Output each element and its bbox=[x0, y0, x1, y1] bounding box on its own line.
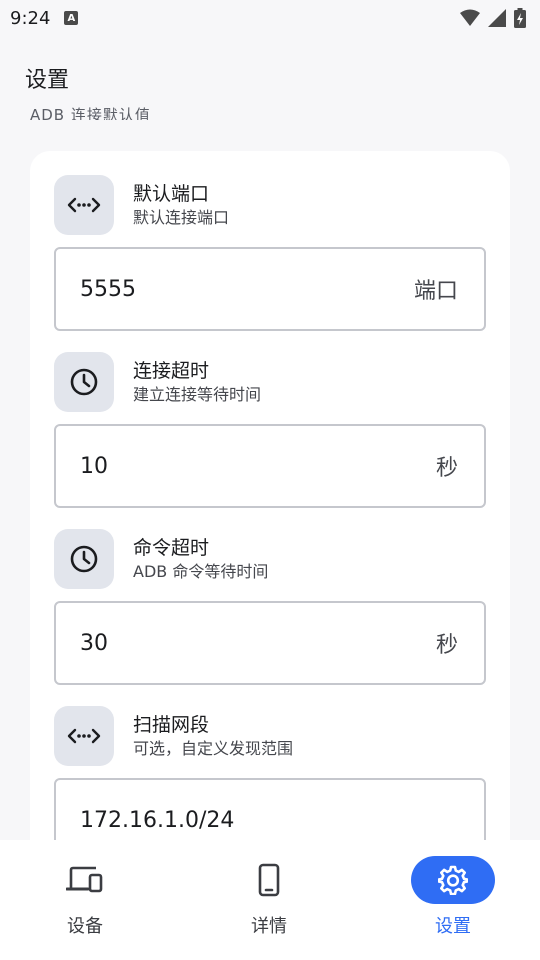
setting-title: 命令超时 bbox=[133, 537, 210, 559]
status-bar: 9:24 A bbox=[0, 0, 540, 36]
setting-connect-timeout: 连接超时 建立连接等待时间 bbox=[54, 352, 486, 412]
input-value[interactable]: 30 bbox=[80, 631, 108, 656]
bottom-nav: 设备 详情 设置 bbox=[0, 840, 540, 960]
setting-command-timeout: 命令超时 ADB 命令等待时间 bbox=[54, 529, 486, 589]
input-suffix: 秒 bbox=[435, 456, 458, 481]
input-suffix: 端口 bbox=[413, 279, 458, 304]
section-label: ADB 连接默认值 bbox=[30, 106, 151, 120]
nav-item-settings[interactable]: 设置 bbox=[403, 856, 503, 940]
default-port-input[interactable]: 5555 端口 bbox=[54, 247, 486, 331]
nav-label[interactable]: 设置 bbox=[435, 912, 471, 938]
setting-subtitle: 可选，自定义发现范围 bbox=[133, 739, 294, 758]
setting-default-port: 默认端口 默认连接端口 bbox=[54, 175, 486, 235]
setting-title: 默认端口 bbox=[133, 183, 210, 205]
devices-icon[interactable] bbox=[43, 856, 127, 904]
gear-icon[interactable] bbox=[411, 856, 495, 904]
battery-icon bbox=[514, 8, 526, 28]
input-value[interactable]: 172.16.1.0/24 bbox=[80, 808, 234, 833]
command-timeout-input[interactable]: 30 秒 bbox=[54, 601, 486, 685]
page-title: 设置 bbox=[25, 68, 70, 93]
wifi-icon bbox=[460, 9, 480, 26]
setting-subtitle: 默认连接端口 bbox=[133, 208, 230, 227]
status-time: 9:24 bbox=[10, 7, 51, 29]
nav-item-details[interactable]: 详情 bbox=[219, 856, 319, 940]
connect-timeout-input[interactable]: 10 秒 bbox=[54, 424, 486, 508]
notification-icon: A bbox=[64, 11, 79, 25]
nav-item-devices[interactable]: 设备 bbox=[35, 856, 135, 940]
code-icon bbox=[54, 706, 114, 766]
setting-subtitle: 建立连接等待时间 bbox=[133, 385, 262, 404]
signal-icon bbox=[488, 9, 506, 27]
clock-icon bbox=[54, 352, 114, 412]
input-suffix: 秒 bbox=[435, 633, 458, 658]
setting-scan-subnet: 扫描网段 可选，自定义发现范围 bbox=[54, 706, 486, 766]
clock-icon bbox=[54, 529, 114, 589]
nav-label[interactable]: 详情 bbox=[251, 912, 287, 938]
setting-subtitle: ADB 命令等待时间 bbox=[133, 562, 269, 581]
setting-title: 扫描网段 bbox=[133, 714, 210, 736]
code-icon bbox=[54, 175, 114, 235]
settings-card: 默认端口 默认连接端口 5555 端口 连接超时 建立连接等待时间 10 秒 命… bbox=[30, 151, 510, 871]
setting-title: 连接超时 bbox=[133, 360, 210, 382]
phone-icon[interactable] bbox=[227, 856, 311, 904]
input-value[interactable]: 5555 bbox=[80, 277, 136, 302]
input-value[interactable]: 10 bbox=[80, 454, 108, 479]
nav-label[interactable]: 设备 bbox=[67, 912, 103, 938]
status-icons bbox=[460, 8, 526, 28]
